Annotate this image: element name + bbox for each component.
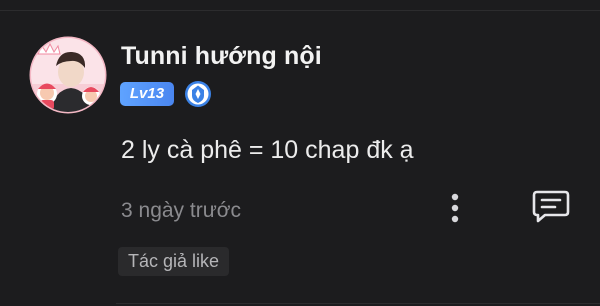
comment-reply-icon <box>532 190 570 223</box>
top-divider <box>0 10 600 11</box>
comment-text: 2 ly cà phê = 10 chap đk ạ <box>121 136 414 164</box>
avatar[interactable] <box>29 36 107 114</box>
reply-button[interactable] <box>530 188 572 226</box>
blue-shield-badge-icon <box>184 80 212 108</box>
comment-card: Tunni hướng nội Lv13 2 ly cà phê = 10 ch… <box>0 0 600 306</box>
bottom-divider <box>116 303 600 304</box>
username[interactable]: Tunni hướng nội <box>121 40 322 72</box>
timestamp: 3 ngày trước <box>121 199 242 222</box>
level-badge: Lv13 <box>120 82 174 106</box>
more-vertical-icon <box>451 193 459 223</box>
author-liked-badge: Tác giả like <box>118 247 230 276</box>
more-options-button[interactable] <box>441 191 469 225</box>
